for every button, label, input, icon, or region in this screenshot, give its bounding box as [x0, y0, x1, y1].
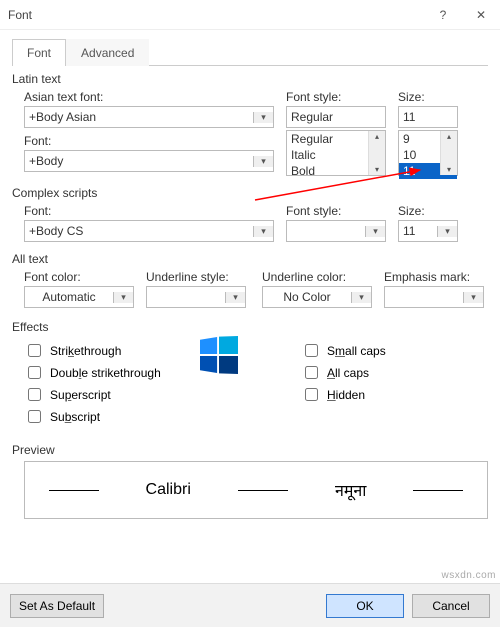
underline-style-combo[interactable]: ▾ [146, 286, 246, 308]
chevron-down-icon[interactable]: ▾ [351, 292, 371, 303]
chevron-down-icon[interactable]: ▾ [437, 226, 457, 237]
asian-font-combo[interactable]: +Body Asian ▾ [24, 106, 274, 128]
font-color-combo[interactable]: Automatic ▾ [24, 286, 134, 308]
checkbox-smallcaps[interactable]: Small caps [301, 341, 488, 360]
cs-style-label: Font style: [286, 204, 386, 218]
checkbox-hidden[interactable]: Hidden [301, 385, 488, 404]
asian-font-label: Asian text font: [24, 90, 274, 104]
set-default-button[interactable]: Set As Default [10, 594, 104, 618]
underline-color-combo[interactable]: No Color ▾ [262, 286, 372, 308]
windows-logo-icon [200, 336, 238, 374]
preview-complex: नमूना [335, 479, 366, 501]
chevron-down-icon[interactable]: ▾ [225, 292, 245, 303]
ok-button[interactable]: OK [326, 594, 404, 618]
group-complex: Complex scripts [12, 186, 488, 200]
watermark: wsxdn.com [441, 570, 496, 581]
underline-style-label: Underline style: [146, 270, 250, 284]
size-list[interactable]: 9 10 11 ▴▾ [398, 130, 458, 176]
font-style-input[interactable]: Regular [286, 106, 386, 128]
group-effects: Effects [12, 320, 488, 334]
scrollbar[interactable]: ▴▾ [440, 131, 457, 175]
cs-font-combo[interactable]: +Body CS ▾ [24, 220, 274, 242]
chevron-down-icon[interactable]: ▾ [253, 112, 273, 123]
latin-font-combo[interactable]: +Body ▾ [24, 150, 274, 172]
preview-latin: Calibri [146, 481, 191, 499]
emphasis-combo[interactable]: ▾ [384, 286, 484, 308]
chevron-down-icon[interactable]: ▾ [463, 292, 483, 303]
help-button[interactable]: ? [424, 0, 462, 30]
checkbox-subscript[interactable]: Subscript [24, 407, 211, 426]
group-latin: Latin text [12, 72, 488, 86]
scrollbar[interactable]: ▴▾ [368, 131, 385, 175]
emphasis-label: Emphasis mark: [384, 270, 488, 284]
tab-advanced[interactable]: Advanced [66, 39, 149, 66]
font-color-label: Font color: [24, 270, 134, 284]
preview-underline [413, 490, 463, 491]
close-button[interactable]: ✕ [462, 0, 500, 30]
size-label: Size: [398, 90, 458, 104]
dialog-content: Font Advanced Latin text Asian text font… [0, 30, 500, 519]
chevron-down-icon[interactable]: ▾ [253, 156, 273, 167]
chevron-down-icon[interactable]: ▾ [365, 226, 385, 237]
cs-size-combo[interactable]: 11 ▾ [398, 220, 458, 242]
chevron-down-icon[interactable]: ▾ [253, 226, 273, 237]
preview-box: Calibri नमूना [24, 461, 488, 519]
group-alltext: All text [12, 252, 488, 266]
tabs: Font Advanced [12, 38, 488, 66]
checkbox-double-strikethrough[interactable]: Double strikethrough [24, 363, 211, 382]
underline-color-label: Underline color: [262, 270, 372, 284]
latin-font-label: Font: [24, 134, 274, 148]
size-input[interactable]: 11 [398, 106, 458, 128]
cs-style-combo[interactable]: ▾ [286, 220, 386, 242]
window-title: Font [0, 8, 424, 22]
group-preview: Preview [12, 443, 488, 457]
cs-size-label: Size: [398, 204, 458, 218]
font-style-label: Font style: [286, 90, 386, 104]
checkbox-allcaps[interactable]: All caps [301, 363, 488, 382]
tab-font[interactable]: Font [12, 39, 66, 66]
font-style-list[interactable]: Regular Italic Bold ▴▾ [286, 130, 386, 176]
cs-font-label: Font: [24, 204, 274, 218]
cancel-button[interactable]: Cancel [412, 594, 490, 618]
dialog-footer: Set As Default OK Cancel [0, 583, 500, 627]
titlebar: Font ? ✕ [0, 0, 500, 30]
preview-underline [49, 490, 99, 491]
checkbox-superscript[interactable]: Superscript [24, 385, 211, 404]
chevron-down-icon[interactable]: ▾ [113, 292, 133, 303]
preview-underline [238, 490, 288, 491]
checkbox-strikethrough[interactable]: Strikethrough [24, 341, 211, 360]
